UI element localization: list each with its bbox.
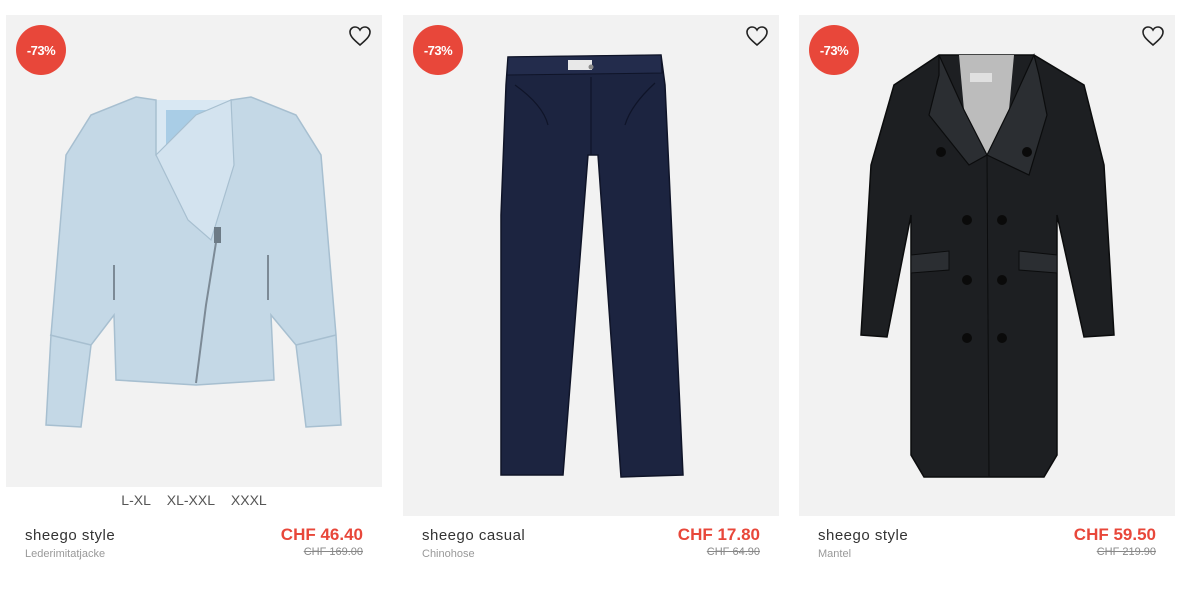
product-name[interactable]: Mantel [818, 548, 851, 560]
product-brand[interactable]: sheego style [25, 527, 115, 544]
sale-price: CHF 17.80 [677, 525, 760, 544]
product-image-box[interactable]: -73% [403, 15, 779, 516]
sale-price: CHF 46.40 [280, 525, 363, 544]
product-image-box[interactable]: -73% [6, 15, 382, 487]
original-price: CHF 169.00 [303, 546, 363, 558]
discount-badge: -73% [16, 25, 66, 75]
size-option[interactable]: L-XL [121, 492, 151, 508]
discount-badge: -73% [809, 25, 859, 75]
sale-price: CHF 59.50 [1073, 525, 1156, 544]
product-image-box[interactable]: -73% [799, 15, 1175, 516]
original-price: CHF 219.90 [1096, 546, 1156, 558]
size-option[interactable]: XL-XXL [167, 492, 215, 508]
size-list: L-XL XL-XXL XXXL [6, 492, 382, 508]
jacket-image[interactable] [6, 15, 382, 487]
product-brand[interactable]: sheego casual [422, 527, 525, 544]
original-price: CHF 64.90 [706, 546, 760, 558]
product-brand[interactable]: sheego style [818, 527, 908, 544]
product-name[interactable]: Lederimitatjacke [25, 548, 105, 560]
product-name[interactable]: Chinohose [422, 548, 475, 560]
product-card[interactable]: -73% sheego style Mantel CHF 59.50 CHF 2… [799, 15, 1175, 575]
discount-badge: -73% [413, 25, 463, 75]
product-card[interactable]: -73% L-XL XL-XXL XXXL sheego style Leder… [6, 15, 382, 575]
product-card[interactable]: -73% sheego casual Chinohose CHF 17.80 C… [403, 15, 779, 575]
heart-icon[interactable] [1141, 25, 1165, 47]
coat-image[interactable] [799, 15, 1175, 516]
trousers-image[interactable] [403, 15, 779, 516]
size-option[interactable]: XXXL [231, 492, 267, 508]
heart-icon[interactable] [745, 25, 769, 47]
heart-icon[interactable] [348, 25, 372, 47]
